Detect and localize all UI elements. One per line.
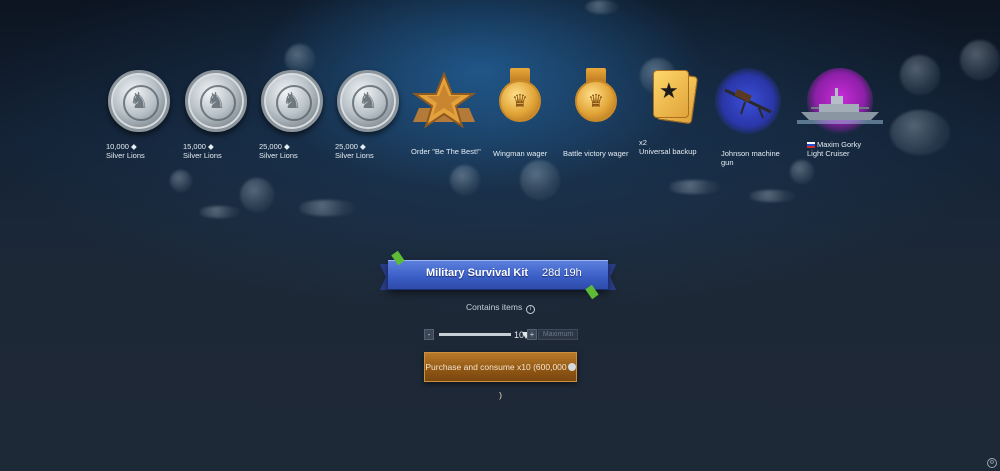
silver-lions-coin-icon: ♞ [261, 70, 323, 132]
kit-title: Military Survival Kit [426, 267, 529, 279]
purchase-button[interactable]: Purchase and consume x10 (600,000) [424, 352, 577, 400]
vehicle-name: Maxim Gorky [807, 140, 879, 149]
machine-gun-icon [715, 68, 781, 134]
wager-medal-icon: ♛ [573, 68, 619, 132]
silver-lions-icon [567, 363, 576, 371]
bg-coin [300, 200, 355, 216]
reward-item[interactable]: ♞ 15,000 ◆ Silver Lions [177, 66, 255, 160]
bg-coin [240, 178, 274, 212]
reward-label: Silver Lions [183, 151, 222, 160]
order-star-icon [411, 71, 477, 129]
silver-lions-coin-icon: ♞ [108, 70, 170, 132]
kit-title-banner: Military Survival Kit 28d 19h [380, 250, 616, 300]
reward-label: Light Cruiser [807, 149, 850, 158]
bg-coin [670, 180, 720, 194]
contains-label: Contains items [466, 302, 523, 312]
reward-label: Order "Be The Best!" [411, 147, 481, 156]
kit-timer: 28d 19h [542, 267, 582, 279]
bg-coin [750, 190, 795, 202]
silver-lions-coin-icon: ♞ [337, 70, 399, 132]
reward-amount: x2 [639, 138, 647, 147]
reward-item[interactable]: ♛ Battle victory wager [557, 66, 635, 158]
bg-coin [900, 55, 940, 95]
silver-lions-coin-icon: ♞ [185, 70, 247, 132]
reward-label: Wingman wager [493, 149, 548, 158]
wager-medal-icon: ♛ [497, 68, 543, 132]
info-icon[interactable]: i [526, 305, 536, 314]
bg-coin [960, 40, 1000, 80]
maximum-button[interactable]: Maximum [538, 329, 578, 340]
reward-amount: 15,000 ◆ [183, 142, 214, 151]
reward-label: Universal backup [639, 147, 697, 156]
quantity-selector: - 10 + Maximum [424, 329, 578, 341]
quantity-slider[interactable] [439, 332, 530, 339]
reward-item[interactable]: ♞ 25,000 ◆ Silver Lions [253, 66, 331, 160]
decrease-button[interactable]: - [424, 329, 434, 340]
increase-button[interactable]: + [527, 329, 537, 340]
reward-item[interactable]: ♛ Wingman wager [481, 66, 559, 158]
quantity-value: 10 [514, 330, 525, 340]
ship-icon [797, 68, 883, 134]
reward-item[interactable]: Maxim Gorky Light Cruiser [797, 66, 883, 158]
reward-amount: 25,000 ◆ [335, 142, 366, 151]
reward-label: Silver Lions [106, 151, 145, 160]
bg-coin [585, 0, 619, 14]
bg-coin [200, 206, 240, 218]
reward-label: Silver Lions [259, 151, 298, 160]
reward-label: Battle victory wager [563, 149, 629, 158]
reward-item[interactable]: Johnson machine gun [709, 66, 787, 167]
backup-card-icon: ★ [637, 66, 707, 136]
reward-list: ♞ 10,000 ◆ Silver Lions ♞ 15,000 ◆ Silve… [100, 66, 900, 176]
contains-items[interactable]: Contains items i [466, 302, 536, 314]
reward-label: Silver Lions [335, 151, 374, 160]
settings-icon[interactable]: ⚙ [987, 458, 997, 468]
reward-amount: 10,000 ◆ [106, 142, 137, 151]
purchase-label: Purchase and consume x10 (600,000 [425, 362, 567, 372]
reward-item[interactable]: ♞ 10,000 ◆ Silver Lions [100, 66, 178, 160]
reward-item[interactable]: Order "Be The Best!" [405, 66, 483, 156]
russia-flag-icon [807, 142, 815, 148]
reward-label: Johnson machine gun [721, 149, 780, 167]
reward-item[interactable]: ♞ 25,000 ◆ Silver Lions [329, 66, 407, 160]
reward-item[interactable]: ★ x2 Universal backup [633, 66, 711, 156]
reward-amount: 25,000 ◆ [259, 142, 290, 151]
